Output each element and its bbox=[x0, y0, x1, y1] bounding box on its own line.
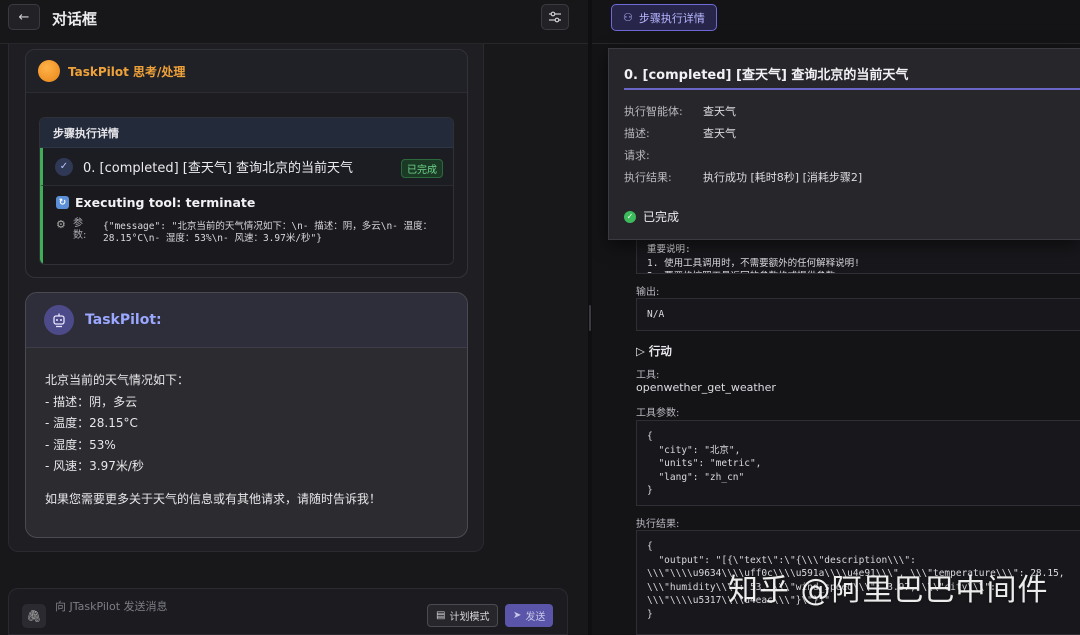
reply-line: - 描述：阴，多云 bbox=[45, 394, 138, 409]
tool-params-label: 工具参数: bbox=[636, 408, 680, 419]
step-summary-popover: 0. [completed] [查天气] 查询北京的当前天气 执行智能体: 查天… bbox=[608, 48, 1080, 240]
reply-line: - 湿度：53% bbox=[45, 437, 116, 452]
output-box: N/A bbox=[636, 298, 1080, 331]
tool-name: openwether_get_weather bbox=[636, 381, 776, 394]
watermark: 知乎 @阿里巴巴中间件 bbox=[728, 573, 1049, 608]
document-icon: ▤ bbox=[436, 610, 446, 621]
param-label: 参数: bbox=[73, 218, 87, 241]
completion-status-label: 已完成 bbox=[643, 210, 680, 224]
tool-label: 工具: bbox=[636, 370, 660, 381]
notes-box: 重要说明: 1. 使用工具调用时，不需要额外的任何解释说明! 2. 要严格按照工… bbox=[636, 236, 1080, 274]
attach-button[interactable]: 🖇 bbox=[22, 604, 46, 628]
tool-params-box: { "city": "北京", "units": "metric", "lang… bbox=[636, 420, 1080, 506]
reply-line: - 温度：28.15°C bbox=[45, 416, 138, 430]
tab-label: 步骤执行详情 bbox=[638, 11, 705, 25]
composer: 🖇 ▤ 计划模式 ➤ 发送 bbox=[8, 588, 568, 635]
assistant-reply-card: TaskPilot: 北京当前的天气情况如下： - 描述：阴，多云 - 温度：2… bbox=[25, 292, 468, 538]
description-key: 描述: bbox=[624, 127, 650, 140]
thinking-card: TaskPilot 思考/处理 步骤执行详情 ✓ 0. [completed] … bbox=[25, 49, 468, 278]
paperclip-icon: 🖇 bbox=[26, 609, 42, 623]
assistant-avatar bbox=[38, 60, 60, 82]
check-icon: ✓ bbox=[55, 157, 73, 176]
reply-card-title: TaskPilot: bbox=[85, 312, 162, 328]
popover-title: 0. [completed] [查天气] 查询北京的当前天气 bbox=[624, 68, 909, 83]
executing-line: ↻ Executing tool: terminate bbox=[56, 195, 255, 210]
robot-icon bbox=[44, 305, 74, 335]
result-label: 执行结果: bbox=[636, 519, 680, 530]
step-detail: ↻ Executing tool: terminate ⚙ 参数: {"mess… bbox=[40, 186, 453, 264]
chat-pane: ← 对话框 TaskPilot 思考/处理 步骤执行详情 ✓ 0. [compl… bbox=[0, 0, 588, 635]
agent-value: 查天气 bbox=[703, 105, 736, 118]
result-key: 执行结果: bbox=[624, 171, 672, 184]
reply-line: 北京当前的天气情况如下： bbox=[45, 373, 190, 387]
param-value: {"message": "北京当前的天气情况如下：\n- 描述：阴，多云\n- … bbox=[103, 221, 433, 244]
step-row[interactable]: ✓ 0. [completed] [查天气] 查询北京的当前天气 已完成 bbox=[40, 148, 453, 186]
reply-body: 北京当前的天气情况如下： - 描述：阴，多云 - 温度：28.15°C - 湿度… bbox=[45, 370, 455, 510]
reply-card-header: TaskPilot: bbox=[26, 293, 467, 348]
tab-step-details[interactable]: ⚇ 步骤执行详情 bbox=[611, 4, 717, 31]
steps-panel: 步骤执行详情 ✓ 0. [completed] [查天气] 查询北京的当前天气 … bbox=[39, 117, 454, 265]
result-value: 执行成功 [耗时8秒] [消耗步骤2] bbox=[703, 171, 863, 184]
reply-closing: 如果您需要更多关于天气的信息或有其他请求，请随时告诉我！ bbox=[45, 491, 382, 506]
sliders-icon bbox=[549, 11, 561, 23]
gear-icon: ⚙ bbox=[56, 218, 66, 231]
send-icon: ➤ bbox=[513, 610, 522, 621]
status-badge: 已完成 bbox=[401, 159, 443, 178]
plan-mode-button[interactable]: ▤ 计划模式 bbox=[427, 604, 499, 627]
reply-line: - 风速：3.97米/秒 bbox=[45, 459, 144, 473]
description-value: 查天气 bbox=[703, 127, 736, 140]
steps-panel-header: 步骤执行详情 bbox=[40, 118, 453, 148]
thinking-card-title: TaskPilot 思考/处理 bbox=[68, 64, 186, 79]
detail-header: ⚇ 步骤执行详情 bbox=[592, 0, 1080, 44]
step-title: 0. [completed] [查天气] 查询北京的当前天气 bbox=[83, 161, 354, 176]
agent-key: 执行智能体: bbox=[624, 105, 683, 118]
popover-divider bbox=[624, 88, 1080, 90]
completion-status: ✓ 已完成 bbox=[624, 208, 679, 225]
settings-button[interactable] bbox=[541, 4, 569, 30]
refresh-icon: ↻ bbox=[56, 196, 69, 209]
thinking-card-header: TaskPilot 思考/处理 bbox=[26, 50, 467, 93]
action-toggle[interactable]: ▷ 行动 bbox=[636, 343, 672, 359]
message-input[interactable] bbox=[55, 600, 385, 613]
send-button[interactable]: ➤ 发送 bbox=[505, 604, 554, 627]
page-title: 对话框 bbox=[52, 10, 98, 28]
executing-text: Executing tool: terminate bbox=[75, 195, 256, 210]
check-circle-icon: ✓ bbox=[624, 210, 636, 223]
send-label: 发送 bbox=[525, 612, 546, 623]
request-key: 请求: bbox=[624, 149, 650, 162]
arrow-left-icon: ← bbox=[18, 9, 30, 25]
resize-handle[interactable] bbox=[589, 305, 591, 331]
detail-pane: ⚇ 步骤执行详情 重要说明: 1. 使用工具调用时，不需要额外的任何解释说明! … bbox=[592, 0, 1080, 635]
back-button[interactable]: ← bbox=[8, 4, 40, 30]
output-label: 输出: bbox=[636, 287, 660, 298]
plan-mode-label: 计划模式 bbox=[449, 612, 490, 623]
users-icon: ⚇ bbox=[623, 11, 633, 24]
chat-header: ← 对话框 bbox=[0, 0, 588, 44]
